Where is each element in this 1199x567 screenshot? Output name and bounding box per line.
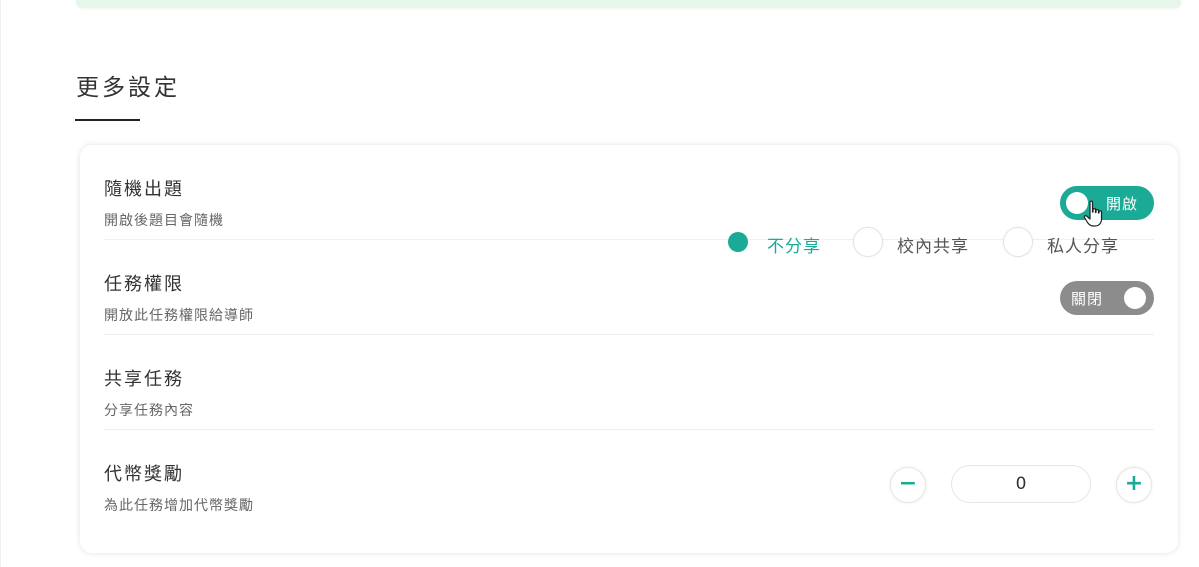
setting-row-share-task: 共享任務 分享任務內容 xyxy=(104,335,1154,430)
setting-title-coin-reward: 代幣獎勵 xyxy=(104,464,184,485)
toggle-knob xyxy=(1124,287,1146,309)
coin-decrement-button[interactable]: − xyxy=(890,467,926,503)
coin-increment-button[interactable]: + xyxy=(1116,467,1152,503)
random-questions-toggle[interactable]: 開啟 xyxy=(1060,186,1154,220)
task-permission-toggle-label: 關閉 xyxy=(1071,290,1104,308)
section-title-underline xyxy=(75,119,140,121)
setting-desc-coin-reward: 為此任務增加代幣獎勵 xyxy=(104,498,254,514)
page: 更多設定 隨機出題 開啟後題目會隨機 任務權限 開放此任務權限給導師 共享任務 … xyxy=(0,0,1199,567)
radio-unchecked-icon xyxy=(1003,227,1033,257)
radio-checked-icon xyxy=(723,227,753,257)
share-option-none-label: 不分享 xyxy=(767,237,821,257)
task-permission-toggle[interactable]: 關閉 xyxy=(1060,281,1154,315)
setting-title-share-task: 共享任務 xyxy=(104,369,184,390)
setting-title-random-questions: 隨機出題 xyxy=(104,179,184,200)
top-banner xyxy=(76,0,1181,8)
section-title: 更多設定 xyxy=(76,75,180,101)
share-option-private-label: 私人分享 xyxy=(1047,237,1119,257)
setting-desc-random-questions: 開啟後題目會隨機 xyxy=(104,213,224,229)
hand-pointer-icon xyxy=(1083,200,1103,227)
setting-desc-task-permission: 開放此任務權限給導師 xyxy=(104,308,254,324)
setting-row-task-permission: 任務權限 開放此任務權限給導師 xyxy=(104,240,1154,335)
coin-reward-input[interactable] xyxy=(951,465,1091,503)
radio-unchecked-icon xyxy=(853,227,883,257)
setting-title-task-permission: 任務權限 xyxy=(104,274,184,295)
setting-row-random-questions: 隨機出題 開啟後題目會隨機 xyxy=(104,145,1154,240)
share-option-school-label: 校內共享 xyxy=(897,237,969,257)
setting-desc-share-task: 分享任務內容 xyxy=(104,403,194,419)
random-questions-toggle-label: 開啟 xyxy=(1105,195,1138,213)
